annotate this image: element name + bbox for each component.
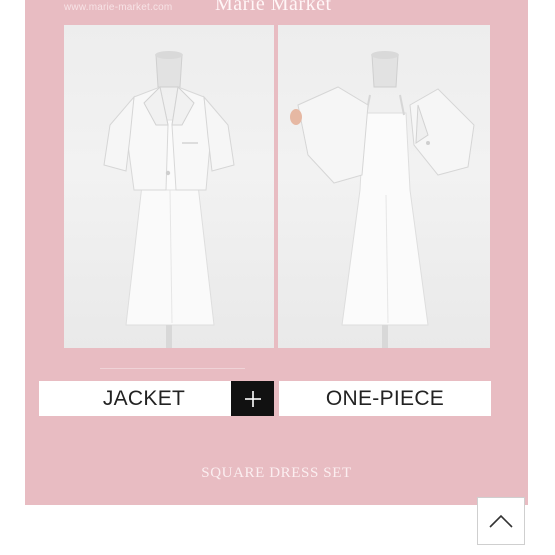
combine-plus-box [231,381,274,416]
label-onepiece: ONE-PIECE [279,381,491,416]
jacket-dress-illustration [103,51,235,348]
product-photo-onepiece [278,25,490,348]
chevron-up-icon [489,514,513,528]
divider [100,368,245,369]
label-jacket-text: JACKET [102,386,186,410]
label-onepiece-text: ONE-PIECE [325,386,445,410]
brand-title: Marie Market [215,0,332,15]
scroll-top-button[interactable] [477,497,525,545]
product-panel: www.marie-market.com Marie Market [25,0,528,505]
site-url: www.marie-market.com [64,2,173,13]
dress-illustration [290,51,475,348]
plus-icon [244,390,261,407]
product-photo-jacket [64,25,274,348]
label-jacket: JACKET [39,381,249,416]
